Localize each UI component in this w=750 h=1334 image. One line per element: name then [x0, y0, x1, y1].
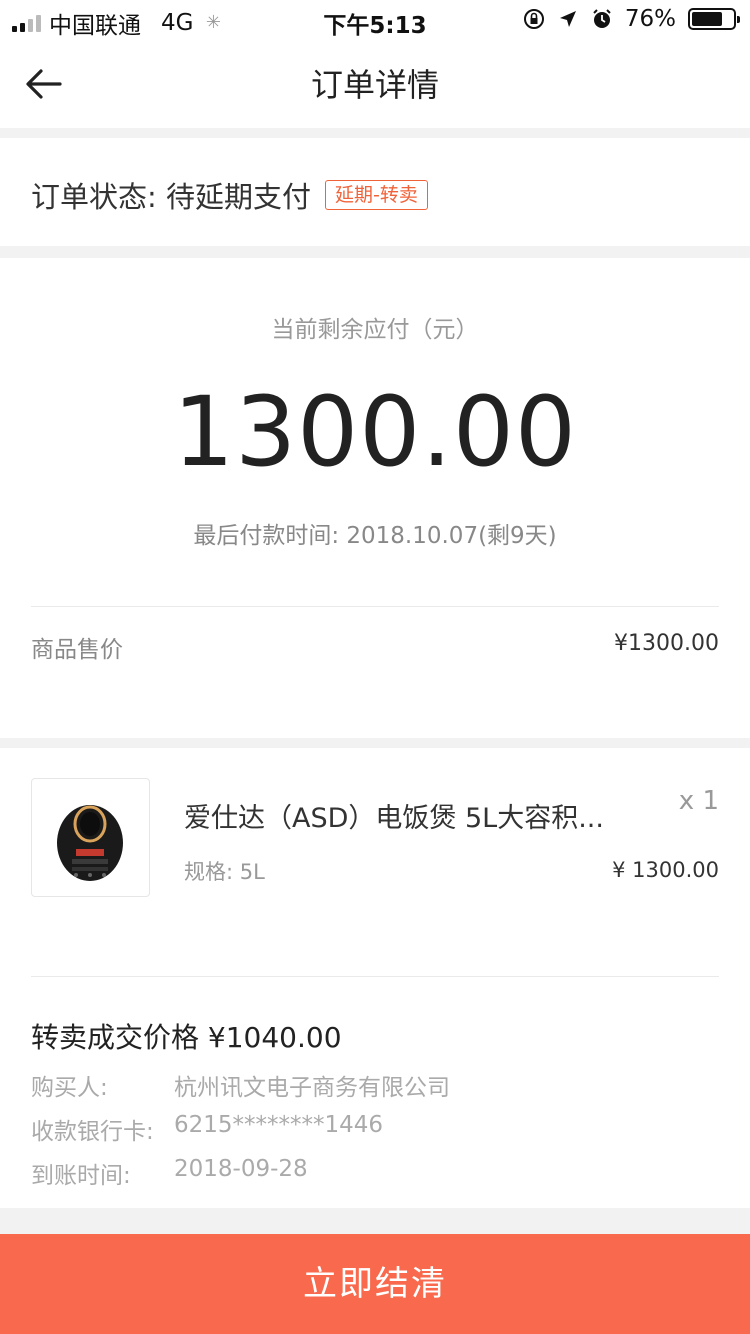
arrival-time-row: 到账时间: 2018-09-28 [31, 1156, 308, 1190]
divider [31, 976, 719, 977]
battery-icon [688, 8, 740, 30]
status-bar: 中国联通 4G ✳ 下午5:13 76% [0, 0, 750, 40]
product-image[interactable] [31, 778, 150, 897]
battery-level [692, 12, 723, 26]
remaining-amount: 1300.00 [173, 376, 577, 488]
amount-card: 当前剩余应付（元） 1300.00 最后付款时间: 2018.10.07(剩9天… [0, 258, 750, 738]
product-name[interactable]: 爱仕达（ASD）电饭煲 5L大容积... [184, 796, 624, 835]
orientation-lock-icon [523, 9, 544, 29]
bank-card-row: 收款银行卡: 6215********1446 [31, 1112, 383, 1146]
status-badge: 延期-转卖 [325, 180, 428, 210]
resale-price: 转卖成交价格 ¥1040.00 [31, 1021, 342, 1054]
product-quantity: x 1 [678, 786, 719, 816]
status-right: 76% [523, 6, 740, 32]
product-card: 爱仕达（ASD）电饭煲 5L大容积... x 1 规格: 5L ¥ 1300.0… [0, 748, 750, 1208]
product-spec: 规格: 5L [184, 860, 265, 884]
arrival-time-value: 2018-09-28 [174, 1156, 308, 1182]
order-status-text: 订单状态: 待延期支付 [31, 180, 311, 214]
product-price: ¥ 1300.00 [612, 858, 719, 882]
bank-card-value: 6215********1446 [174, 1112, 384, 1138]
alarm-icon [593, 9, 611, 28]
bank-card-label: 收款银行卡: [31, 1119, 154, 1145]
remaining-label: 当前剩余应付（元） [271, 317, 479, 343]
divider [31, 606, 719, 607]
order-status: 订单状态: 待延期支付 延期-转卖 [31, 174, 428, 216]
buyer-row: 购买人: 杭州讯文电子商务有限公司 [31, 1068, 450, 1102]
settle-now-button[interactable]: 立即结清 [0, 1234, 750, 1334]
rice-cooker-image [57, 805, 123, 881]
battery-percent: 76% [624, 6, 676, 32]
price-label: 商品售价 [31, 637, 123, 663]
payment-deadline: 最后付款时间: 2018.10.07(剩9天) [193, 523, 557, 549]
buyer-value: 杭州讯文电子商务有限公司 [174, 1075, 450, 1101]
arrival-time-label: 到账时间: [31, 1163, 131, 1189]
page-title: 订单详情 [310, 66, 439, 104]
buyer-label: 购买人: [31, 1075, 108, 1101]
price-value: ¥1300.00 [614, 631, 719, 656]
nav-bar: 订单详情 [0, 40, 750, 128]
order-status-card: 订单状态: 待延期支付 延期-转卖 [0, 138, 750, 246]
location-arrow-icon [559, 11, 576, 27]
